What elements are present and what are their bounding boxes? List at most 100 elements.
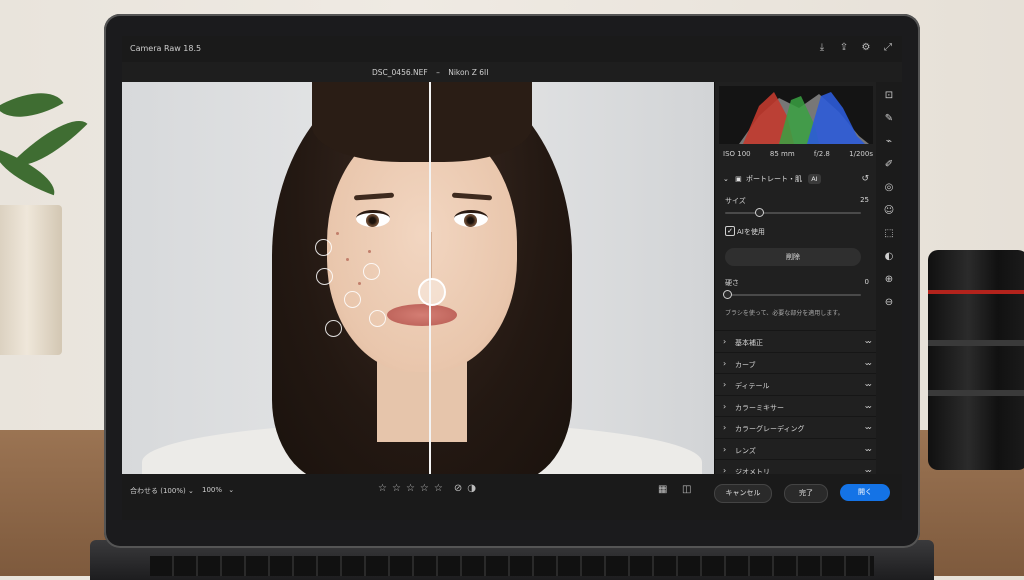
heal-icon[interactable]: ✎	[883, 113, 895, 125]
exif-shutter: 1/200s	[849, 150, 873, 158]
pen-icon[interactable]: ✐	[883, 159, 895, 171]
brush-marker[interactable]	[344, 291, 361, 308]
expand-icon[interactable]: ⌄⌄	[864, 336, 874, 345]
blemish	[368, 250, 371, 253]
size-slider-track[interactable]	[725, 212, 861, 214]
hardness-value[interactable]: 0	[865, 278, 869, 286]
lens-red-ring	[928, 290, 1024, 294]
chevron-down-icon: ⌄	[228, 486, 235, 494]
exif-info: ISO 100 85 mm f/2.8 1/200s	[723, 150, 873, 158]
grid-view-icon[interactable]: ▦	[658, 484, 667, 495]
hardness-slider-track[interactable]	[725, 294, 861, 296]
camera-lens	[928, 250, 1024, 470]
fit-dropdown[interactable]: 合わせる (100%) ⌄	[130, 486, 194, 496]
download-icon[interactable]: ⤓	[816, 42, 828, 54]
keyboard	[150, 556, 874, 576]
expand-icon[interactable]: ⌄⌄	[864, 444, 874, 453]
star-icon[interactable]: ☆	[420, 483, 429, 494]
star-rating[interactable]: ☆ ☆ ☆ ☆ ☆ ⊘ ◑	[378, 483, 476, 494]
fullscreen-icon[interactable]: ⤢	[882, 42, 894, 54]
zoom-dropdown[interactable]: 100% ⌄	[202, 486, 234, 494]
expand-icon[interactable]: ⌄⌄	[864, 465, 874, 474]
zoom-in-icon[interactable]: ⊕	[883, 274, 895, 286]
ai-badge: AI	[808, 174, 821, 184]
accordion-row[interactable]: › カーブ ⌄⌄	[715, 351, 877, 374]
bottom-bar: 合わせる (100%) ⌄ 100% ⌄ ☆ ☆ ☆ ☆ ☆ ⊘ ◑ ▦ ◫ キ…	[122, 474, 902, 520]
crop-icon[interactable]: ⊡	[883, 90, 895, 102]
plant-leaf	[0, 77, 64, 133]
expand-icon[interactable]: ⌄⌄	[864, 401, 874, 410]
edit-panel: ISO 100 85 mm f/2.8 1/200s ⌄ ▣ ポートレート・肌 …	[714, 82, 877, 476]
histogram	[719, 86, 873, 144]
app-title: Camera Raw 18.5	[130, 44, 202, 53]
size-slider-knob[interactable]	[755, 208, 764, 217]
brush-icon[interactable]: ⌁	[883, 136, 895, 148]
blemish	[346, 258, 349, 261]
star-icon[interactable]: ☆	[392, 483, 401, 494]
mask-icon[interactable]: ◐	[883, 251, 895, 263]
chevron-down-icon[interactable]: ⌄	[723, 175, 729, 183]
camera-raw-window: Camera Raw 18.5 ⤓ ⇪ ⚙ ⤢ DSC_0456.NEF – N…	[122, 36, 902, 520]
done-button[interactable]: 完了	[784, 484, 828, 503]
share-icon[interactable]: ⇪	[838, 42, 850, 54]
undo-icon[interactable]: ↺	[861, 174, 869, 184]
redeye-icon[interactable]: ◎	[883, 182, 895, 194]
photo-eye	[356, 210, 390, 227]
brush-marker[interactable]	[325, 320, 342, 337]
star-icon[interactable]: ☆	[406, 483, 415, 494]
use-ai-checkbox[interactable]: ✓	[725, 226, 735, 236]
star-icon[interactable]: ☆	[434, 483, 443, 494]
portrait-icon: ▣	[735, 175, 742, 183]
accordion-label: ディテール	[735, 382, 770, 390]
exif-focal: 85 mm	[769, 150, 795, 158]
zoom-label: 100%	[202, 486, 223, 494]
brush-marker[interactable]	[369, 310, 386, 327]
cancel-button[interactable]: キャンセル	[714, 484, 772, 503]
accordion-label: カーブ	[735, 360, 756, 369]
title-bar: Camera Raw 18.5 ⤓ ⇪ ⚙ ⤢	[122, 36, 902, 62]
accordion-row[interactable]: › レンズ ⌄⌄	[715, 437, 877, 460]
photo-bangs	[312, 82, 532, 162]
hardness-slider-knob[interactable]	[723, 290, 732, 299]
size-value[interactable]: 25	[860, 196, 869, 204]
use-ai-label: AIを使用	[737, 228, 765, 236]
tool-strip: ⊡ ✎ ⌁ ✐ ◎ ☺ ⬚ ◐ ⊕ ⊖	[876, 82, 902, 474]
before-after-icon[interactable]: ◫	[682, 484, 691, 495]
chevron-right-icon: ›	[723, 380, 727, 389]
gear-icon[interactable]: ⚙	[860, 42, 872, 54]
accordion-row[interactable]: › カラーグレーディング ⌄⌄	[715, 416, 877, 438]
file-name: DSC_0456.NEF	[372, 68, 428, 77]
star-icon[interactable]: ☆	[378, 483, 387, 494]
accordion-row[interactable]: › カラーミキサー ⌄⌄	[715, 394, 877, 417]
portrait-section-header[interactable]: ⌄ ▣ ポートレート・肌 AI ↺	[723, 174, 871, 188]
people-icon[interactable]: ☺	[883, 205, 895, 217]
file-info: DSC_0456.NEF – Nikon Z 6II	[372, 68, 488, 77]
zoom-out-icon[interactable]: ⊖	[883, 297, 895, 309]
section-title: ポートレート・肌	[745, 175, 802, 183]
blemish	[358, 282, 361, 285]
accordion-row[interactable]: › ディテール ⌄⌄	[715, 373, 877, 395]
delete-button[interactable]: 削除	[725, 248, 861, 266]
reject-icon[interactable]: ⊘	[454, 483, 462, 494]
accordion-row[interactable]: › 基本補正 ⌄⌄	[715, 330, 877, 352]
chevron-right-icon: ›	[723, 423, 727, 432]
brush-marker[interactable]	[316, 268, 333, 285]
chevron-right-icon: ›	[723, 401, 727, 411]
photo-canvas[interactable]	[122, 82, 714, 474]
select-icon[interactable]: ⬚	[883, 228, 895, 240]
top-icons: ⤓ ⇪ ⚙ ⤢	[816, 42, 894, 54]
expand-icon[interactable]: ⌄⌄	[864, 379, 874, 388]
compare-icon[interactable]: ◑	[467, 483, 476, 494]
hardness-label: 硬さ	[725, 279, 739, 287]
photo-iris	[366, 214, 379, 227]
brush-marker[interactable]	[315, 239, 332, 256]
chevron-right-icon: ›	[723, 358, 727, 368]
accordion-label: カラーグレーディング	[735, 425, 805, 433]
expand-icon[interactable]: ⌄⌄	[864, 422, 874, 431]
open-button[interactable]: 開く	[840, 484, 890, 501]
accordion-label: 基本補正	[735, 339, 763, 347]
expand-icon[interactable]: ⌄⌄	[864, 358, 874, 367]
divider-handle[interactable]	[418, 278, 446, 306]
file-bar: DSC_0456.NEF – Nikon Z 6II	[122, 62, 902, 82]
brush-marker[interactable]	[363, 263, 380, 280]
